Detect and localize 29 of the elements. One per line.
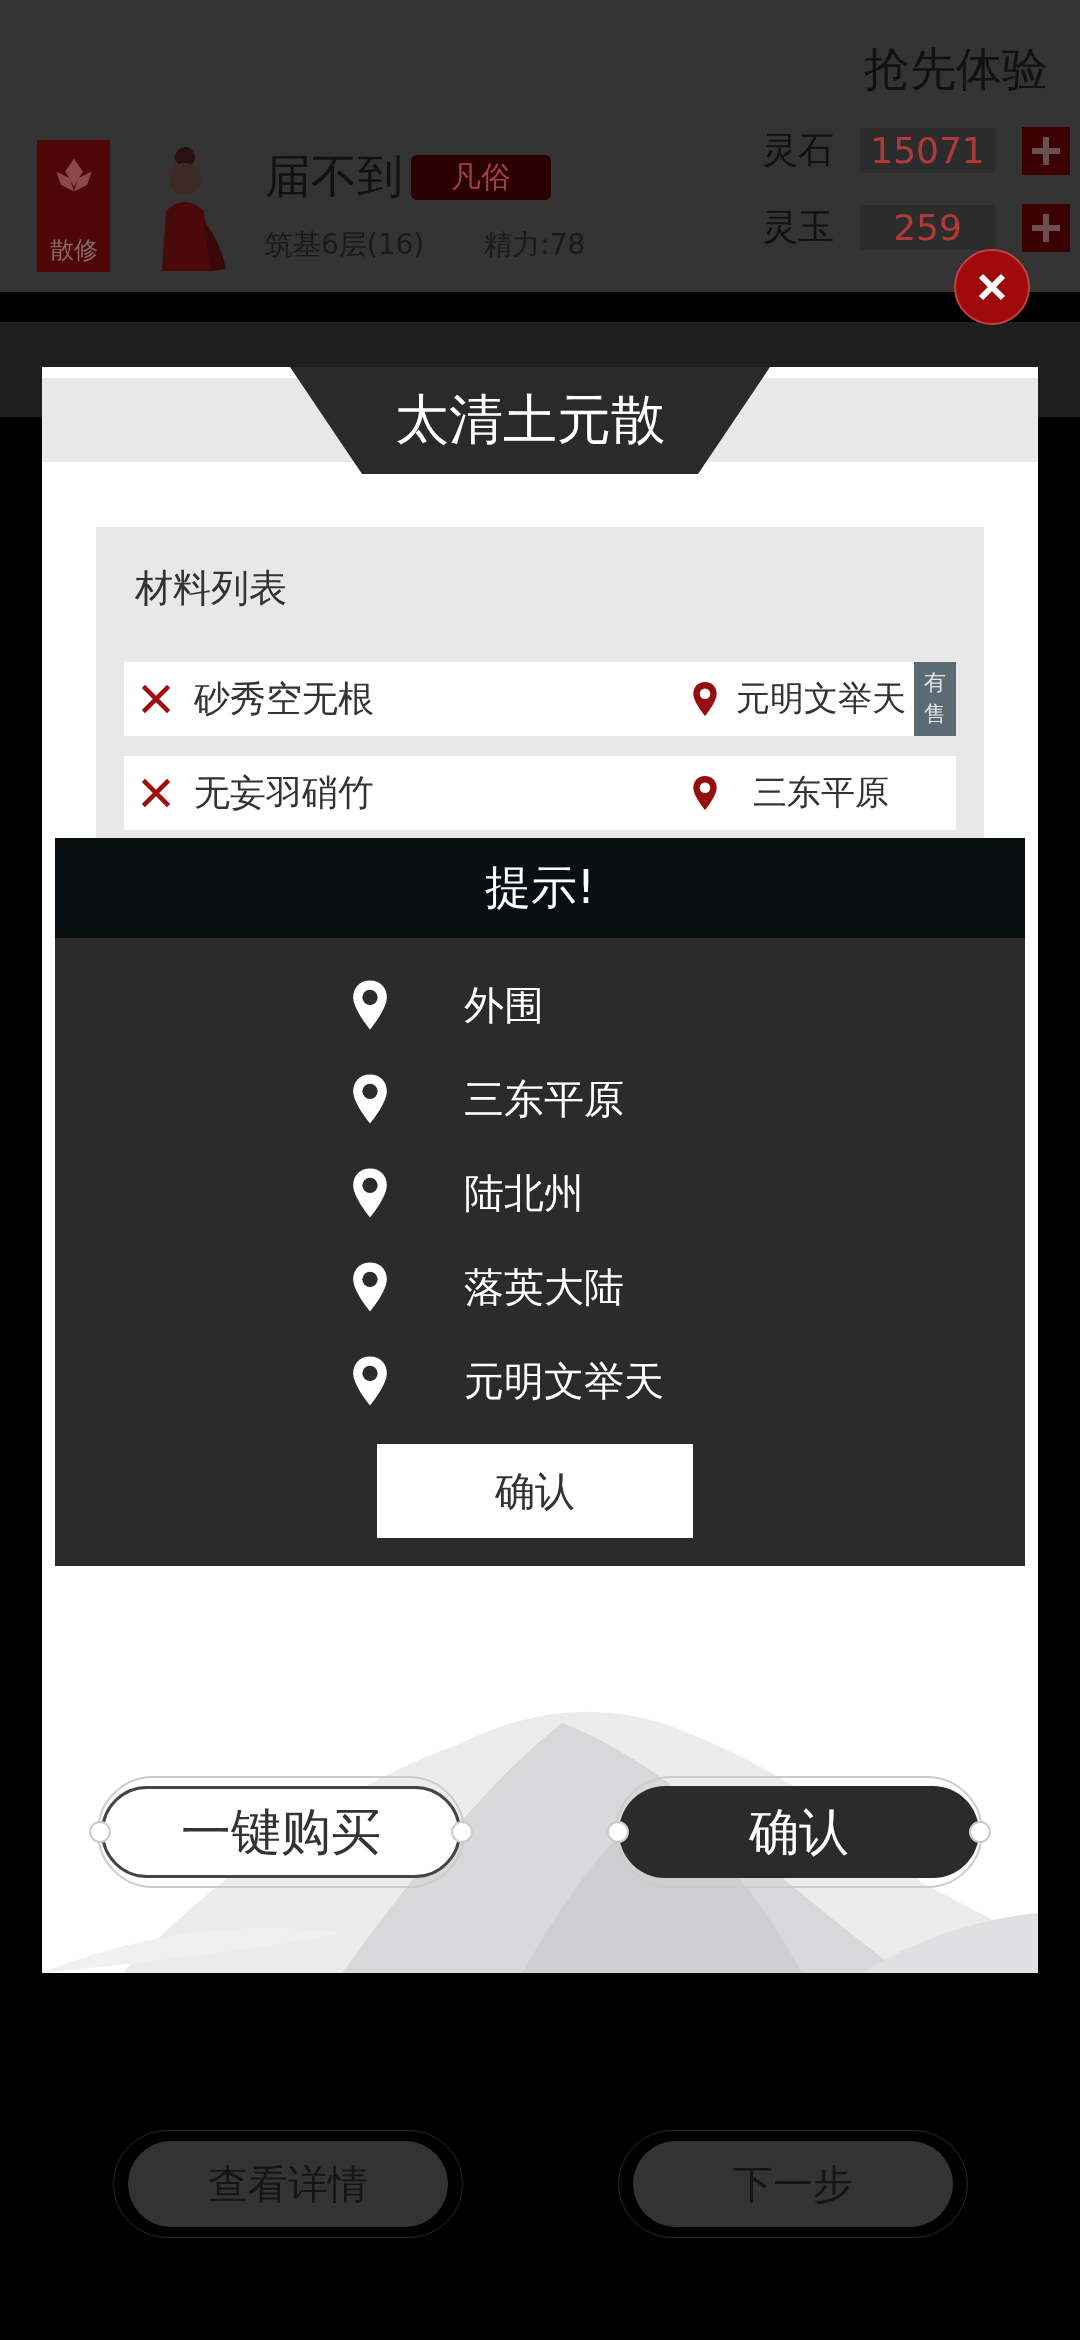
location-pin-icon	[350, 1355, 390, 1407]
currency-value: 259	[860, 205, 995, 250]
location-pin-icon	[350, 1261, 390, 1313]
location-option[interactable]: 元明文举天	[464, 1353, 664, 1409]
for-sale-badge: 有售	[914, 662, 956, 736]
material-row[interactable]: 无妄羽硝竹 三东平原	[124, 756, 956, 830]
location-pin-icon	[692, 681, 718, 717]
add-button[interactable]	[1022, 203, 1070, 252]
materials-heading: 材料列表	[135, 565, 288, 612]
currency-value: 15071	[860, 128, 995, 173]
material-name: 无妄羽硝竹	[194, 770, 374, 815]
modal-button[interactable]: 一键购买	[101, 1786, 461, 1878]
material-location: 元明文举天	[735, 677, 907, 720]
location-option[interactable]: 外围	[464, 977, 544, 1033]
location-option[interactable]: 三东平原	[464, 1071, 624, 1127]
location-option[interactable]: 落英大陆	[464, 1259, 624, 1315]
location-pin-icon	[350, 1167, 390, 1219]
dialog-title: 提示!	[484, 859, 596, 916]
location-pin-icon	[350, 979, 390, 1031]
sect-badge: 散修	[37, 140, 110, 272]
location-option[interactable]: 陆北州	[464, 1165, 584, 1221]
location-pin-icon	[692, 775, 718, 811]
material-name: 砂秀空无根	[194, 676, 374, 721]
modal-button[interactable]: 确认	[619, 1786, 979, 1878]
add-button[interactable]	[1022, 126, 1070, 175]
rank-tag: 凡俗	[411, 154, 551, 200]
confirm-button[interactable]: 确认	[377, 1444, 693, 1538]
location-pin-icon	[350, 1073, 390, 1125]
material-location: 三东平原	[752, 771, 890, 814]
